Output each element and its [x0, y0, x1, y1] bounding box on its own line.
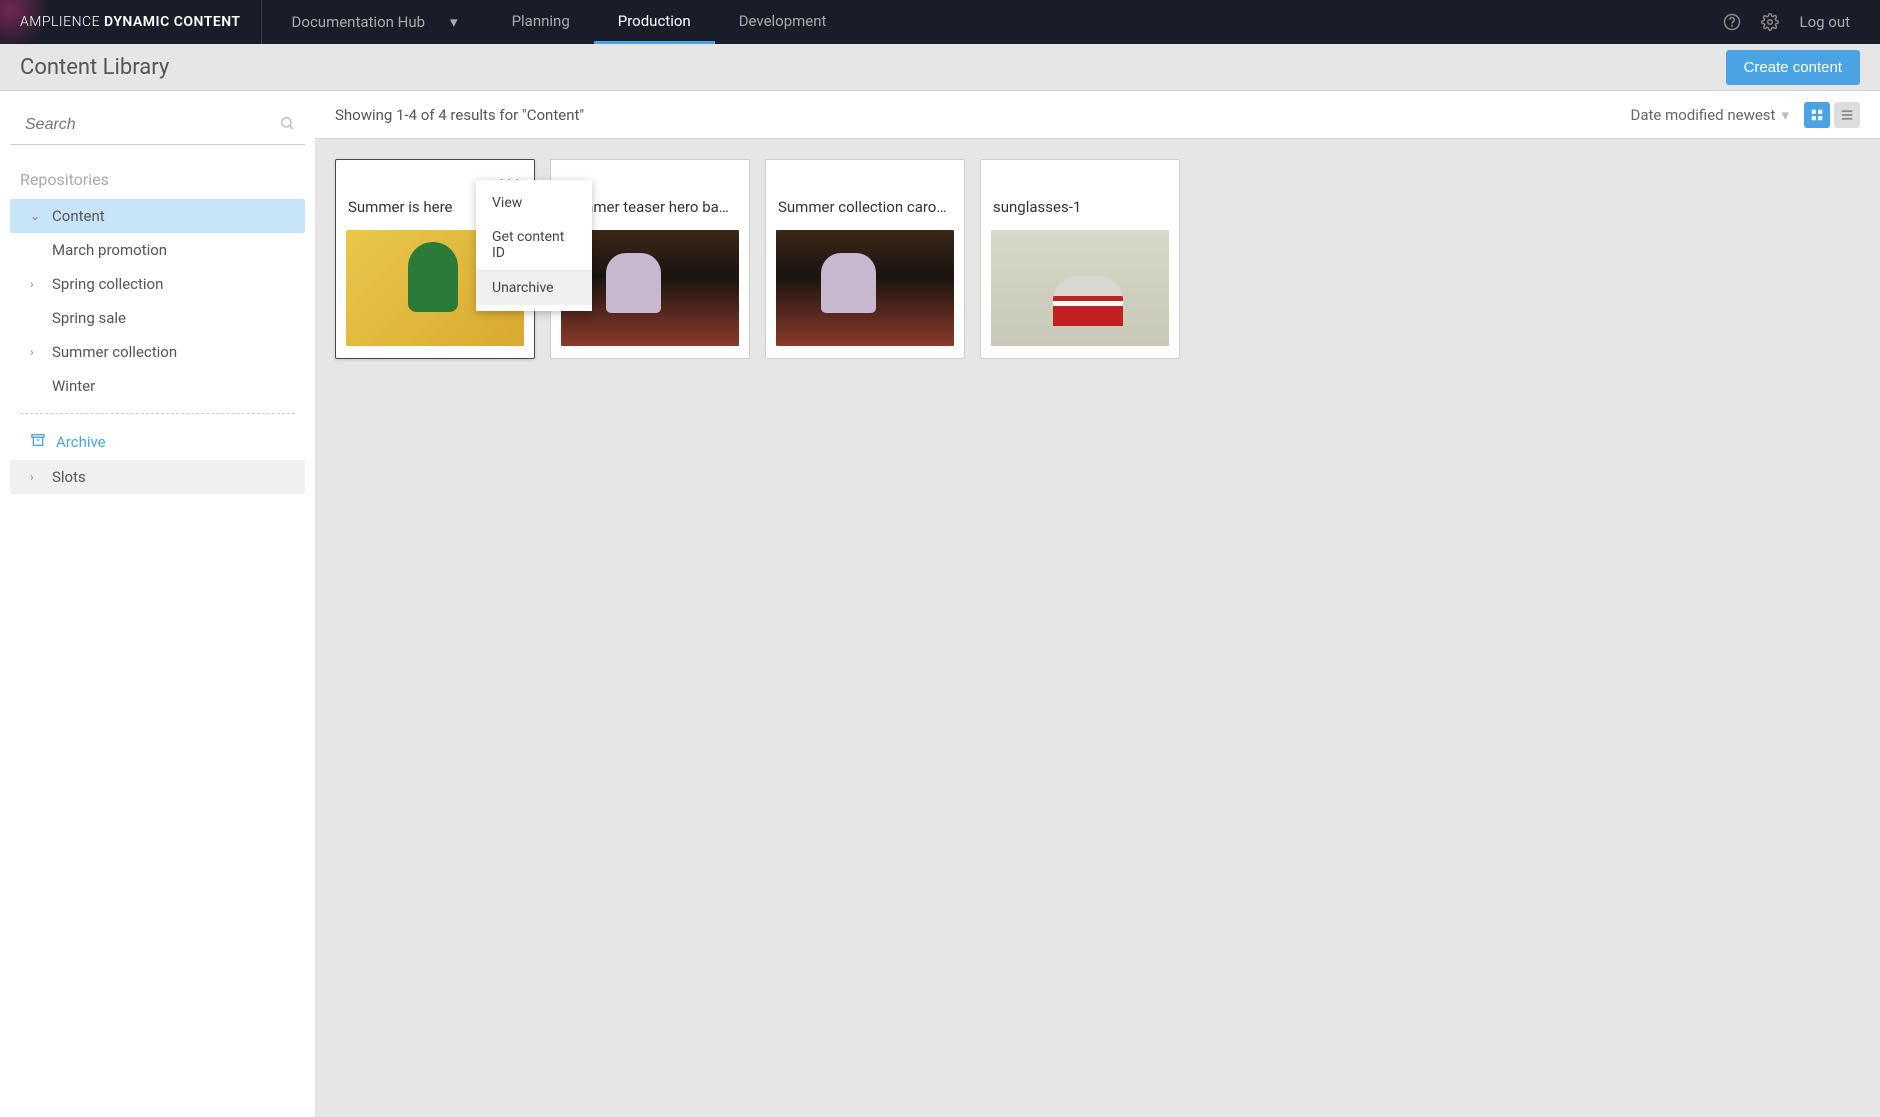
context-menu: View Get content ID Unarchive — [476, 180, 592, 311]
logout-link[interactable]: Log out — [1799, 13, 1850, 31]
sort-label: Date modified newest — [1631, 106, 1776, 124]
list-view-button[interactable] — [1834, 102, 1860, 128]
card-title: Summer collection carousel — [766, 198, 964, 216]
card-title: sunglasses-1 — [981, 198, 1179, 216]
nav-tab-planning[interactable]: Planning — [488, 0, 594, 44]
sort-dropdown[interactable]: Date modified newest ▾ — [1631, 106, 1790, 124]
settings-icon[interactable] — [1761, 13, 1779, 31]
main-content: Showing 1-4 of 4 results for "Content" D… — [315, 91, 1880, 1117]
chevron-right-icon: › — [30, 470, 42, 484]
page-subheader: Content Library Create content — [0, 44, 1880, 91]
sidebar-item-label: Winter — [52, 377, 95, 395]
search-input[interactable] — [10, 106, 279, 144]
content-card[interactable]: ••• Summer is here View Get content ID U… — [335, 159, 535, 359]
view-toggle — [1804, 102, 1860, 128]
cards-grid: ••• Summer is here View Get content ID U… — [315, 139, 1880, 379]
menu-item-get-content-id[interactable]: Get content ID — [476, 220, 592, 270]
chevron-down-icon: ▾ — [1781, 106, 1789, 124]
top-nav-bar: AMPLIENCE DYNAMIC CONTENT Documentation … — [0, 0, 1880, 44]
grid-view-button[interactable] — [1804, 102, 1830, 128]
sidebar-item-slots[interactable]: › Slots — [10, 460, 305, 494]
sidebar-item-spring-sale[interactable]: Spring sale — [10, 301, 305, 335]
hub-selector[interactable]: Documentation Hub ▾ — [262, 13, 488, 31]
sidebar-item-summer-collection[interactable]: › Summer collection — [10, 335, 305, 369]
sidebar-item-march-promotion[interactable]: March promotion — [10, 233, 305, 267]
main-nav-tabs: Planning Production Development — [488, 0, 851, 44]
content-card[interactable]: sunglasses-1 — [980, 159, 1180, 359]
chevron-right-icon: › — [30, 345, 42, 359]
content-card[interactable]: Summer collection carousel — [765, 159, 965, 359]
sidebar-item-label: March promotion — [52, 241, 167, 259]
nav-tab-development[interactable]: Development — [715, 0, 851, 44]
search-icon[interactable] — [279, 115, 305, 135]
menu-item-unarchive[interactable]: Unarchive — [476, 270, 592, 305]
nav-tab-production[interactable]: Production — [594, 0, 715, 44]
search-container — [10, 106, 305, 145]
sidebar-item-label: Summer collection — [52, 343, 177, 361]
brand-logo: AMPLIENCE DYNAMIC CONTENT — [0, 0, 262, 44]
archive-icon — [30, 432, 46, 452]
menu-item-view[interactable]: View — [476, 186, 592, 220]
sidebar-item-label: Slots — [52, 468, 86, 486]
card-thumbnail — [776, 230, 954, 346]
sidebar-item-label: Spring sale — [52, 309, 126, 327]
sidebar-item-winter[interactable]: Winter — [10, 369, 305, 403]
results-toolbar: Showing 1-4 of 4 results for "Content" D… — [315, 91, 1880, 139]
card-thumbnail — [991, 230, 1169, 346]
sidebar: Repositories ⌄ Content March promotion ›… — [0, 91, 315, 1117]
sidebar-item-label: Archive — [56, 433, 106, 451]
sidebar-item-label: Spring collection — [52, 275, 163, 293]
brand-light-text: AMPLIENCE — [20, 14, 100, 30]
results-count-text: Showing 1-4 of 4 results for "Content" — [335, 106, 584, 124]
chevron-right-icon: › — [30, 277, 42, 291]
sidebar-divider — [20, 413, 295, 414]
chevron-down-icon: ▾ — [450, 13, 458, 31]
hub-selector-label: Documentation Hub — [292, 13, 425, 31]
sidebar-item-label: Content — [52, 207, 105, 225]
brand-bold-text: DYNAMIC CONTENT — [104, 14, 241, 30]
create-content-button[interactable]: Create content — [1726, 50, 1860, 85]
repositories-header: Repositories — [0, 160, 315, 199]
page-title: Content Library — [20, 55, 169, 80]
sidebar-item-content[interactable]: ⌄ Content — [10, 199, 305, 233]
help-icon[interactable] — [1723, 13, 1741, 31]
sidebar-item-spring-collection[interactable]: › Spring collection — [10, 267, 305, 301]
sidebar-item-archive[interactable]: Archive — [10, 424, 305, 460]
chevron-down-icon: ⌄ — [30, 209, 42, 223]
